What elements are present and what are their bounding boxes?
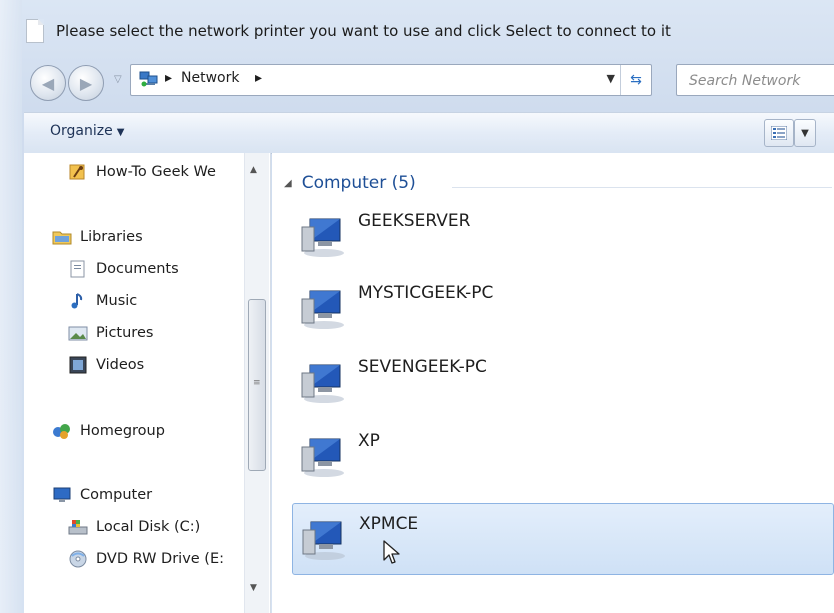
sidebar-item-label: Documents — [96, 261, 179, 277]
group-divider — [452, 187, 832, 188]
navigation-scrollbar[interactable]: ▲ ≡ ▼ — [244, 153, 269, 613]
sidebar-item-libraries[interactable]: Libraries — [52, 228, 143, 246]
breadcrumb-separator-icon[interactable]: ▸ — [165, 70, 172, 86]
network-computer-icon — [301, 364, 344, 403]
sidebar-item-how-to-geek[interactable]: How-To Geek We — [68, 163, 216, 181]
navigation-pane: How-To Geek We Libraries Documents Music — [24, 153, 271, 613]
pictures-icon — [68, 326, 88, 341]
view-options-dropdown[interactable]: ▼ — [794, 119, 816, 147]
homegroup-icon — [53, 424, 70, 439]
address-bar[interactable]: ▸ Network ▸ ▼ ⇆ — [130, 64, 652, 96]
list-item-selected[interactable]: XPMCE — [292, 503, 834, 575]
network-computer-icon — [301, 290, 344, 329]
sidebar-item-label: Homegroup — [80, 423, 165, 439]
list-item[interactable]: GEEKSERVER — [292, 201, 834, 271]
chevron-down-icon: ▼ — [801, 127, 809, 139]
computer-name: GEEKSERVER — [358, 211, 471, 231]
computer-name: XP — [358, 431, 380, 451]
sidebar-item-label: Videos — [96, 357, 145, 373]
sidebar-item-label: Libraries — [80, 229, 143, 245]
sidebar-item-dvd-drive[interactable]: DVD RW Drive (E: — [68, 550, 224, 568]
scroll-down-icon[interactable]: ▼ — [250, 583, 257, 593]
refresh-button[interactable]: ⇆ — [620, 65, 651, 95]
scrollbar-thumb[interactable]: ≡ — [248, 299, 266, 471]
chevron-down-icon: ▼ — [116, 127, 125, 138]
organize-button[interactable]: Organize ▼ — [50, 123, 124, 139]
favorite-link-icon — [69, 164, 85, 180]
breadcrumb-network[interactable]: Network — [181, 70, 239, 86]
sidebar-item-computer[interactable]: Computer — [52, 486, 152, 504]
grip-icon: ≡ — [253, 378, 261, 388]
network-computer-icon — [302, 521, 345, 560]
group-label: Computer (5) — [301, 173, 416, 193]
address-history-dropdown-icon[interactable]: ▼ — [607, 72, 615, 85]
collapse-triangle-icon[interactable]: ◢ — [284, 178, 292, 189]
mouse-cursor-icon — [383, 540, 400, 564]
videos-icon — [69, 356, 87, 374]
breadcrumb-separator-icon[interactable]: ▸ — [255, 70, 262, 86]
computer-name: SEVENGEEK-PC — [358, 357, 487, 377]
libraries-icon — [52, 231, 72, 245]
forward-arrow-icon: ▶ — [79, 73, 93, 93]
scroll-up-icon[interactable]: ▲ — [250, 165, 257, 175]
sidebar-item-local-disk[interactable]: Local Disk (C:) — [68, 518, 200, 536]
forward-button[interactable]: ▶ — [68, 65, 104, 101]
sidebar-item-label: Computer — [80, 487, 153, 503]
recent-pages-dropdown-icon[interactable]: ▽ — [114, 74, 122, 85]
sidebar-item-videos[interactable]: Videos — [68, 356, 144, 374]
list-item[interactable]: MYSTICGEEK-PC — [292, 273, 834, 343]
network-icon — [139, 71, 158, 87]
list-item[interactable]: SEVENGEEK-PC — [292, 347, 834, 417]
list-item[interactable]: XP — [292, 421, 834, 491]
change-view-button[interactable] — [764, 119, 794, 147]
back-button[interactable]: ◀ — [30, 65, 66, 101]
sidebar-item-label: How-To Geek We — [96, 164, 216, 180]
search-box[interactable] — [676, 64, 834, 96]
document-icon — [26, 19, 44, 43]
file-browser-window: Please select the network printer you wa… — [0, 0, 834, 613]
sidebar-item-pictures[interactable]: Pictures — [68, 324, 153, 342]
content-pane: ◢ Computer (5) GEEKSERVER MYSTICGEEK-PC … — [272, 153, 834, 613]
search-input[interactable] — [687, 67, 834, 95]
back-arrow-icon: ◀ — [41, 73, 55, 93]
sidebar-item-label: Pictures — [96, 325, 154, 341]
local-disk-icon — [68, 520, 88, 535]
sidebar-item-documents[interactable]: Documents — [68, 260, 179, 278]
documents-icon — [70, 260, 85, 278]
command-bar: Organize ▼ ▼ — [24, 112, 834, 154]
network-computer-icon — [301, 218, 344, 257]
details-view-icon — [771, 126, 787, 140]
sidebar-item-homegroup[interactable]: Homegroup — [52, 422, 165, 440]
sidebar-item-label: Music — [96, 293, 138, 309]
refresh-icon: ⇆ — [630, 72, 642, 88]
navigation-row: ◀ ▶ ▽ ▸ Network ▸ ▼ ⇆ — [24, 60, 834, 101]
network-computer-icon — [301, 438, 344, 477]
sidebar-item-music[interactable]: Music — [68, 292, 137, 310]
dvd-drive-icon — [69, 550, 87, 568]
dialog-title-bar: Please select the network printer you wa… — [18, 14, 834, 48]
sidebar-item-label: Local Disk (C:) — [96, 519, 201, 535]
computer-icon — [53, 487, 71, 502]
computer-name: MYSTICGEEK-PC — [358, 283, 494, 303]
dialog-title: Please select the network printer you wa… — [56, 22, 671, 40]
group-header-computer[interactable]: ◢ Computer (5) — [284, 173, 416, 193]
organize-label: Organize — [50, 123, 113, 139]
sidebar-item-label: DVD RW Drive (E: — [96, 551, 225, 567]
computer-name: XPMCE — [359, 514, 419, 534]
music-icon — [71, 293, 83, 309]
